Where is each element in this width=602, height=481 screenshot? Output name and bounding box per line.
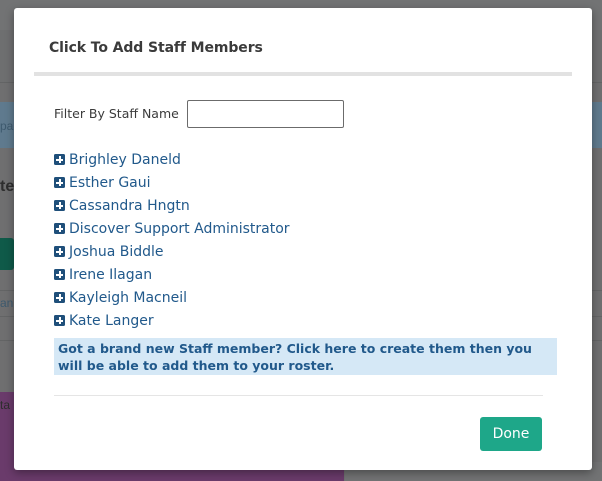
staff-list: Brighley Daneld Esther Gaui Cassandra Hn… xyxy=(54,148,290,332)
background-text: pa xyxy=(0,119,14,133)
staff-name-link[interactable]: Esther Gaui xyxy=(69,175,151,191)
staff-name-link[interactable]: Kate Langer xyxy=(69,313,154,329)
staff-item[interactable]: Kate Langer xyxy=(54,309,290,332)
plus-square-icon[interactable] xyxy=(54,246,65,257)
staff-name-link[interactable]: Irene Ilagan xyxy=(69,267,152,283)
background-text: an xyxy=(0,296,14,310)
modal-title: Click To Add Staff Members xyxy=(49,40,263,56)
staff-name-link[interactable]: Brighley Daneld xyxy=(69,152,181,168)
background-heading: te xyxy=(0,178,15,195)
staff-item[interactable]: Irene Ilagan xyxy=(54,263,290,286)
staff-name-link[interactable]: Joshua Biddle xyxy=(69,244,164,260)
plus-square-icon[interactable] xyxy=(54,292,65,303)
filter-label: Filter By Staff Name xyxy=(54,106,179,121)
create-new-staff-link[interactable]: Got a brand new Staff member? Click here… xyxy=(54,338,557,375)
staff-item[interactable]: Esther Gaui xyxy=(54,171,290,194)
staff-item[interactable]: Kayleigh Macneil xyxy=(54,286,290,309)
plus-square-icon[interactable] xyxy=(54,154,65,165)
plus-square-icon[interactable] xyxy=(54,177,65,188)
staff-item[interactable]: Cassandra Hngtn xyxy=(54,194,290,217)
background-green-button xyxy=(0,238,14,270)
staff-name-link[interactable]: Cassandra Hngtn xyxy=(69,198,190,214)
modal-title-divider xyxy=(34,72,572,76)
plus-square-icon[interactable] xyxy=(54,315,65,326)
add-staff-modal: Click To Add Staff Members Filter By Sta… xyxy=(14,8,592,470)
staff-item[interactable]: Brighley Daneld xyxy=(54,148,290,171)
plus-square-icon[interactable] xyxy=(54,223,65,234)
background-text: ta xyxy=(0,398,11,412)
plus-square-icon[interactable] xyxy=(54,269,65,280)
staff-item[interactable]: Joshua Biddle xyxy=(54,240,290,263)
modal-footer-divider xyxy=(54,395,543,396)
plus-square-icon[interactable] xyxy=(54,200,65,211)
staff-name-filter-input[interactable] xyxy=(187,100,344,128)
staff-item[interactable]: Discover Support Administrator xyxy=(54,217,290,240)
staff-name-link[interactable]: Discover Support Administrator xyxy=(69,221,290,237)
done-button[interactable]: Done xyxy=(480,417,542,451)
staff-name-link[interactable]: Kayleigh Macneil xyxy=(69,290,187,306)
